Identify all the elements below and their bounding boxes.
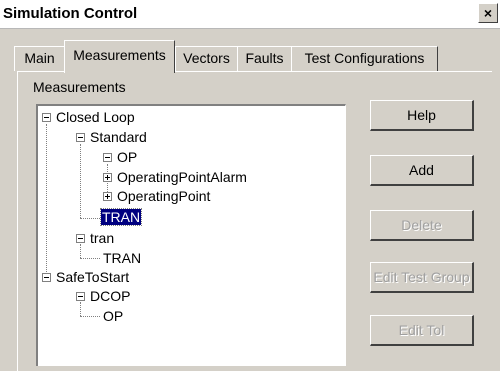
tab-test-configurations[interactable]: Test Configurations <box>291 46 438 71</box>
window-title: Simulation Control <box>3 5 138 22</box>
tree-connector <box>80 144 81 218</box>
collapse-icon[interactable] <box>103 153 112 162</box>
tree-connector <box>80 218 100 219</box>
tree-node[interactable]: OP <box>103 308 123 324</box>
collapse-icon[interactable] <box>42 113 51 122</box>
collapse-icon[interactable] <box>42 273 51 282</box>
add-button[interactable]: Add <box>370 155 474 186</box>
delete-button[interactable]: Delete <box>370 210 474 241</box>
tree-node[interactable]: tran <box>90 230 114 246</box>
close-button[interactable]: × <box>478 3 498 23</box>
tree-connector <box>80 316 100 317</box>
tab-label: Faults <box>245 50 284 66</box>
measurements-tree[interactable]: Closed Loop Standard OP OperatingPointAl… <box>36 104 346 366</box>
tree-node[interactable]: TRAN <box>103 250 141 266</box>
tree-connector <box>46 124 47 278</box>
tab-label: Vectors <box>183 50 230 66</box>
tab-label: Test Configurations <box>304 50 425 66</box>
tree-node[interactable]: SafeToStart <box>56 269 129 285</box>
tab-measurements[interactable]: Measurements <box>64 40 175 73</box>
tab-main[interactable]: Main <box>14 46 65 71</box>
tab-label: Main <box>24 50 55 66</box>
collapse-icon[interactable] <box>76 133 85 142</box>
tab-vectors[interactable]: Vectors <box>175 46 238 71</box>
close-icon: × <box>483 5 493 21</box>
tree-node[interactable]: OperatingPointAlarm <box>117 169 247 185</box>
tab-label: Measurements <box>73 47 166 63</box>
group-label: Measurements <box>33 79 126 95</box>
collapse-icon[interactable] <box>76 234 85 243</box>
tab-faults[interactable]: Faults <box>237 46 292 71</box>
tree-connector <box>80 302 81 316</box>
expand-icon[interactable] <box>103 173 112 182</box>
edit-tol-button[interactable]: Edit Tol <box>370 315 474 346</box>
tree-connector <box>80 244 81 258</box>
collapse-icon[interactable] <box>76 292 85 301</box>
help-button[interactable]: Help <box>370 100 474 131</box>
tree-node[interactable]: OperatingPoint <box>117 188 210 204</box>
tree-node-selected[interactable]: TRAN <box>99 208 143 226</box>
edit-test-group-button[interactable]: Edit Test Group <box>370 262 474 293</box>
title-bar: Simulation Control × <box>0 0 500 29</box>
tree-node[interactable]: OP <box>117 149 137 165</box>
expand-icon[interactable] <box>103 192 112 201</box>
tree-connector <box>80 258 100 259</box>
tree-node[interactable]: DCOP <box>90 288 130 304</box>
tree-node[interactable]: Closed Loop <box>56 109 135 125</box>
tree-node[interactable]: Standard <box>90 129 147 145</box>
